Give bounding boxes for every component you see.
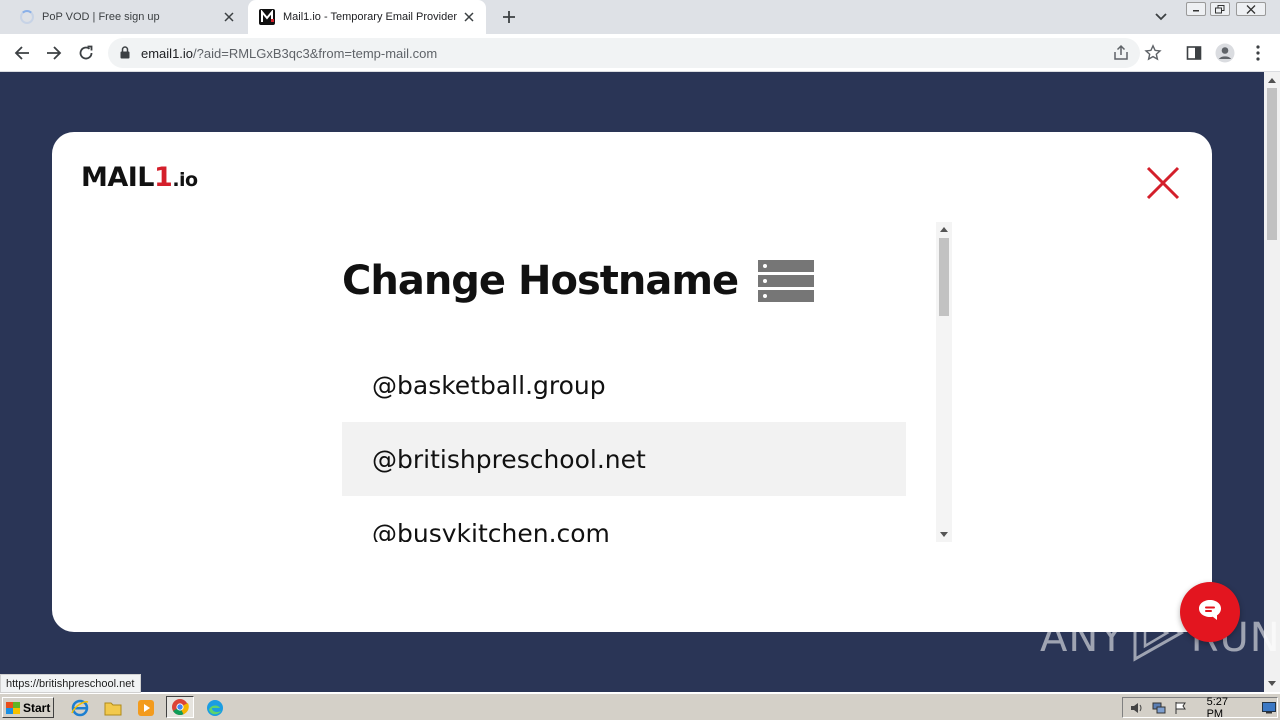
side-panel-icon[interactable] [1184, 43, 1204, 63]
minimize-button[interactable] [1186, 2, 1206, 16]
server-icon [758, 260, 815, 302]
tab-close-icon[interactable] [220, 8, 238, 26]
start-button[interactable]: Start [2, 697, 54, 718]
show-desktop-icon[interactable] [1261, 700, 1277, 716]
url-text: email1.io/?aid=RMLGxB3qc3&from=temp-mail… [141, 46, 438, 61]
menu-kebab-icon[interactable] [1248, 43, 1268, 63]
tab-popvod[interactable]: PoP VOD | Free sign up [8, 0, 246, 34]
hostname-option[interactable]: @britishpreschool.net [342, 422, 906, 496]
tab-mail1[interactable]: Mail1.io - Temporary Email Provider [248, 0, 486, 34]
share-icon[interactable] [1112, 44, 1130, 67]
lock-icon [120, 46, 130, 64]
restore-button[interactable] [1210, 2, 1230, 16]
play-triangle-icon [1131, 604, 1185, 672]
anyrun-watermark: ANY RUN [1040, 604, 1280, 668]
hostname-list: @basketball.group @britishpreschool.net … [342, 348, 906, 542]
page-title: Change Hostname [342, 258, 739, 304]
tab-title: Mail1.io - Temporary Email Provider [283, 11, 458, 23]
browser-toolbar: email1.io/?aid=RMLGxB3qc3&from=temp-mail… [0, 34, 1280, 72]
mail1-favicon-icon [259, 9, 275, 25]
close-window-button[interactable] [1236, 2, 1266, 16]
flag-icon[interactable] [1173, 700, 1189, 716]
hostname-option[interactable]: @busykitchen.com [342, 496, 906, 543]
hostname-option[interactable]: @basketball.group [342, 348, 906, 422]
bookmark-star-icon[interactable] [1144, 44, 1162, 67]
page-scrollbar[interactable] [1264, 72, 1280, 692]
ie-icon[interactable] [70, 698, 90, 718]
scrollbar-thumb[interactable] [1267, 88, 1277, 240]
hostname-list-scrollbar[interactable] [936, 222, 952, 542]
tab-close-icon[interactable] [460, 8, 478, 26]
scroll-down-arrow-icon[interactable] [940, 532, 948, 537]
chat-bubble-icon [1197, 598, 1223, 627]
hostname-panel: Change Hostname @basketball.group @briti… [342, 222, 952, 542]
scroll-up-arrow-icon[interactable] [940, 227, 948, 232]
tab-strip: PoP VOD | Free sign up Mail1.io - Tempor… [0, 0, 1280, 34]
scrollbar-thumb[interactable] [939, 238, 949, 316]
scroll-down-arrow-icon[interactable] [1268, 681, 1276, 686]
loading-spinner-icon [20, 10, 34, 24]
tab-search-chevron-icon[interactable] [1152, 8, 1170, 26]
reload-button[interactable] [74, 41, 98, 65]
back-button[interactable] [10, 41, 34, 65]
media-player-icon[interactable] [136, 698, 156, 718]
link-status-url: https://britishpreschool.net [0, 674, 142, 693]
change-hostname-modal: MAIL1.io Change Hostname @basketball.gro… [52, 132, 1212, 632]
file-explorer-icon[interactable] [103, 698, 123, 718]
chat-button[interactable] [1180, 582, 1240, 642]
heading-row: Change Hostname [342, 258, 815, 304]
close-modal-icon[interactable] [1144, 164, 1182, 202]
network-icon[interactable] [1151, 700, 1167, 716]
volume-icon[interactable] [1129, 700, 1145, 716]
windows-taskbar: Start 5:27 PM [0, 693, 1280, 720]
profile-avatar-icon[interactable] [1215, 43, 1235, 63]
edge-icon[interactable] [205, 698, 225, 718]
windows-logo-icon [6, 701, 20, 714]
mail1-logo[interactable]: MAIL1.io [81, 162, 198, 193]
address-bar[interactable]: email1.io/?aid=RMLGxB3qc3&from=temp-mail… [108, 38, 1162, 68]
chrome-taskbar-icon[interactable] [166, 696, 194, 718]
system-tray: 5:27 PM [1122, 695, 1278, 720]
new-tab-button[interactable] [498, 6, 520, 28]
forward-button[interactable] [42, 41, 66, 65]
tab-title: PoP VOD | Free sign up [42, 11, 160, 23]
scroll-up-arrow-icon[interactable] [1268, 78, 1276, 83]
page-background: MAIL1.io Change Hostname @basketball.gro… [0, 72, 1264, 692]
clock: 5:27 PM [1206, 695, 1228, 720]
